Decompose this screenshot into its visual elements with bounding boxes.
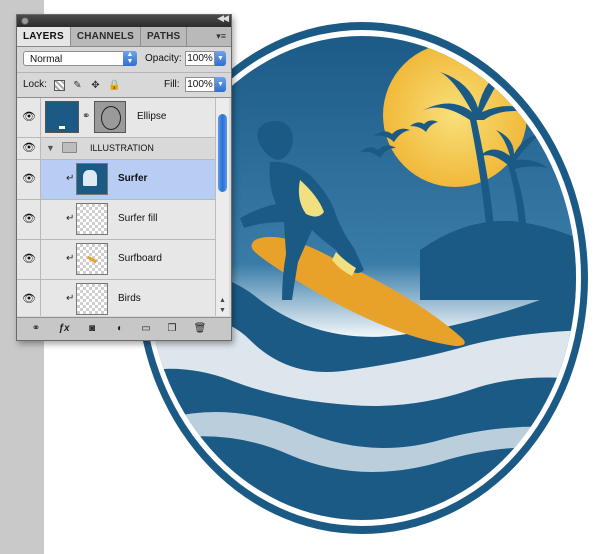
layer-thumbnail [45, 101, 79, 133]
visibility-toggle[interactable]: 👁 [17, 98, 41, 137]
layer-thumbnail [76, 203, 108, 235]
visibility-toggle[interactable]: 👁 [17, 240, 41, 279]
opacity-label: Opacity: [145, 53, 182, 64]
folder-icon[interactable]: ▭ [139, 322, 153, 336]
close-icon[interactable] [21, 17, 29, 25]
trash-icon[interactable]: 🗑 [193, 322, 207, 336]
fx-icon[interactable]: ƒx [57, 322, 71, 336]
clipping-arrow-icon: ↵ [66, 173, 75, 184]
clipping-arrow-icon: ↵ [66, 213, 75, 224]
folder-icon [62, 142, 77, 153]
clipping-arrow-icon: ↵ [66, 293, 75, 304]
layer-birds[interactable]: 👁 ↵ Birds [17, 280, 215, 316]
layer-name: Surfer [118, 173, 148, 184]
layer-thumbnail [76, 163, 108, 195]
fill-label: Fill: [164, 79, 180, 90]
mask-icon[interactable]: ◙ [85, 322, 99, 336]
group-name: ILLUSTRATION [90, 143, 154, 153]
layer-ellipse[interactable]: 👁 ⚭ Ellipse [17, 98, 215, 138]
panel-bottom-bar: ⚭ ƒx ◙ ◐ ▭ ❐ 🗑 [17, 317, 231, 340]
clipping-arrow-icon: ↵ [66, 253, 75, 264]
sun [383, 43, 527, 187]
lock-icon[interactable]: 🔒 [108, 80, 120, 91]
chevron-updown-icon: ▲ ▼ [123, 51, 137, 66]
scroll-down-icon[interactable]: ▼ [216, 307, 229, 316]
collapse-icon[interactable]: ◀◀ [217, 13, 229, 24]
visibility-toggle[interactable]: 👁 [17, 138, 41, 159]
layer-surfer[interactable]: 👁 ↵ Surfer [17, 160, 215, 200]
eye-icon: 👁 [22, 172, 36, 185]
fill-dropdown-icon[interactable]: ▼ [215, 77, 226, 92]
menu-icon[interactable]: ▾≡ [216, 27, 226, 46]
visibility-toggle[interactable]: 👁 [17, 160, 41, 199]
panel-titlebar[interactable]: ◀◀ [17, 13, 231, 27]
move-icon[interactable]: ✥ [90, 80, 101, 91]
lock-transparent-icon[interactable] [54, 80, 65, 91]
eye-icon: 👁 [22, 110, 36, 123]
blend-mode-value: Normal [30, 54, 63, 65]
link-icon[interactable]: ⚭ [82, 111, 90, 122]
layer-name: Surfer fill [118, 213, 158, 224]
layer-scrollbar[interactable]: ▲ ▼ [215, 98, 229, 316]
lock-row: Lock: ✎ ✥ 🔒 Fill: 100% ▼ [17, 73, 231, 98]
eye-icon: 👁 [22, 292, 36, 305]
lock-label: Lock: [23, 79, 47, 90]
visibility-toggle[interactable]: 👁 [17, 200, 41, 239]
layer-surfboard[interactable]: 👁 ↵ Surfboard [17, 240, 215, 280]
blend-mode-select[interactable]: Normal ▲ ▼ [23, 51, 137, 66]
tab-paths[interactable]: PATHS [141, 27, 188, 46]
visibility-toggle[interactable]: 👁 [17, 280, 41, 316]
layer-name: Surfboard [118, 253, 162, 264]
layer-list[interactable]: 👁 ⚭ Ellipse 👁 ▼ ILLUSTRATION 👁 ↵ Surfer [17, 98, 215, 316]
layers-panel[interactable]: ◀◀ LAYERS CHANNELS PATHS ▾≡ Normal ▲ ▼ Op… [16, 13, 232, 341]
layer-name: Birds [118, 293, 141, 304]
scrollbar-thumb[interactable] [218, 114, 227, 192]
blend-row: Normal ▲ ▼ Opacity: 100% ▼ [17, 47, 231, 73]
opacity-input[interactable]: 100% [185, 51, 215, 66]
disclosure-triangle-icon[interactable]: ▼ [46, 143, 55, 153]
layer-surfer-fill[interactable]: 👁 ↵ Surfer fill [17, 200, 215, 240]
eye-icon: 👁 [22, 141, 36, 154]
fill-input[interactable]: 100% [185, 77, 215, 92]
tab-layers[interactable]: LAYERS [17, 27, 71, 46]
brush-icon[interactable]: ✎ [72, 80, 83, 91]
layer-group-illustration[interactable]: 👁 ▼ ILLUSTRATION [17, 138, 215, 160]
vector-mask-thumbnail[interactable] [94, 101, 126, 133]
adjustment-icon[interactable]: ◐ [113, 322, 127, 336]
eye-icon: 👁 [22, 252, 36, 265]
layer-thumbnail [76, 243, 108, 275]
eye-icon: 👁 [22, 212, 36, 225]
layer-name: Ellipse [137, 111, 167, 122]
scroll-up-icon[interactable]: ▲ [216, 297, 229, 306]
layer-thumbnail [76, 283, 108, 315]
link-icon[interactable]: ⚭ [29, 322, 43, 336]
opacity-dropdown-icon[interactable]: ▼ [215, 51, 226, 66]
new-layer-icon[interactable]: ❐ [165, 322, 179, 336]
panel-tabs: LAYERS CHANNELS PATHS ▾≡ [17, 27, 231, 47]
tab-channels[interactable]: CHANNELS [71, 27, 142, 46]
